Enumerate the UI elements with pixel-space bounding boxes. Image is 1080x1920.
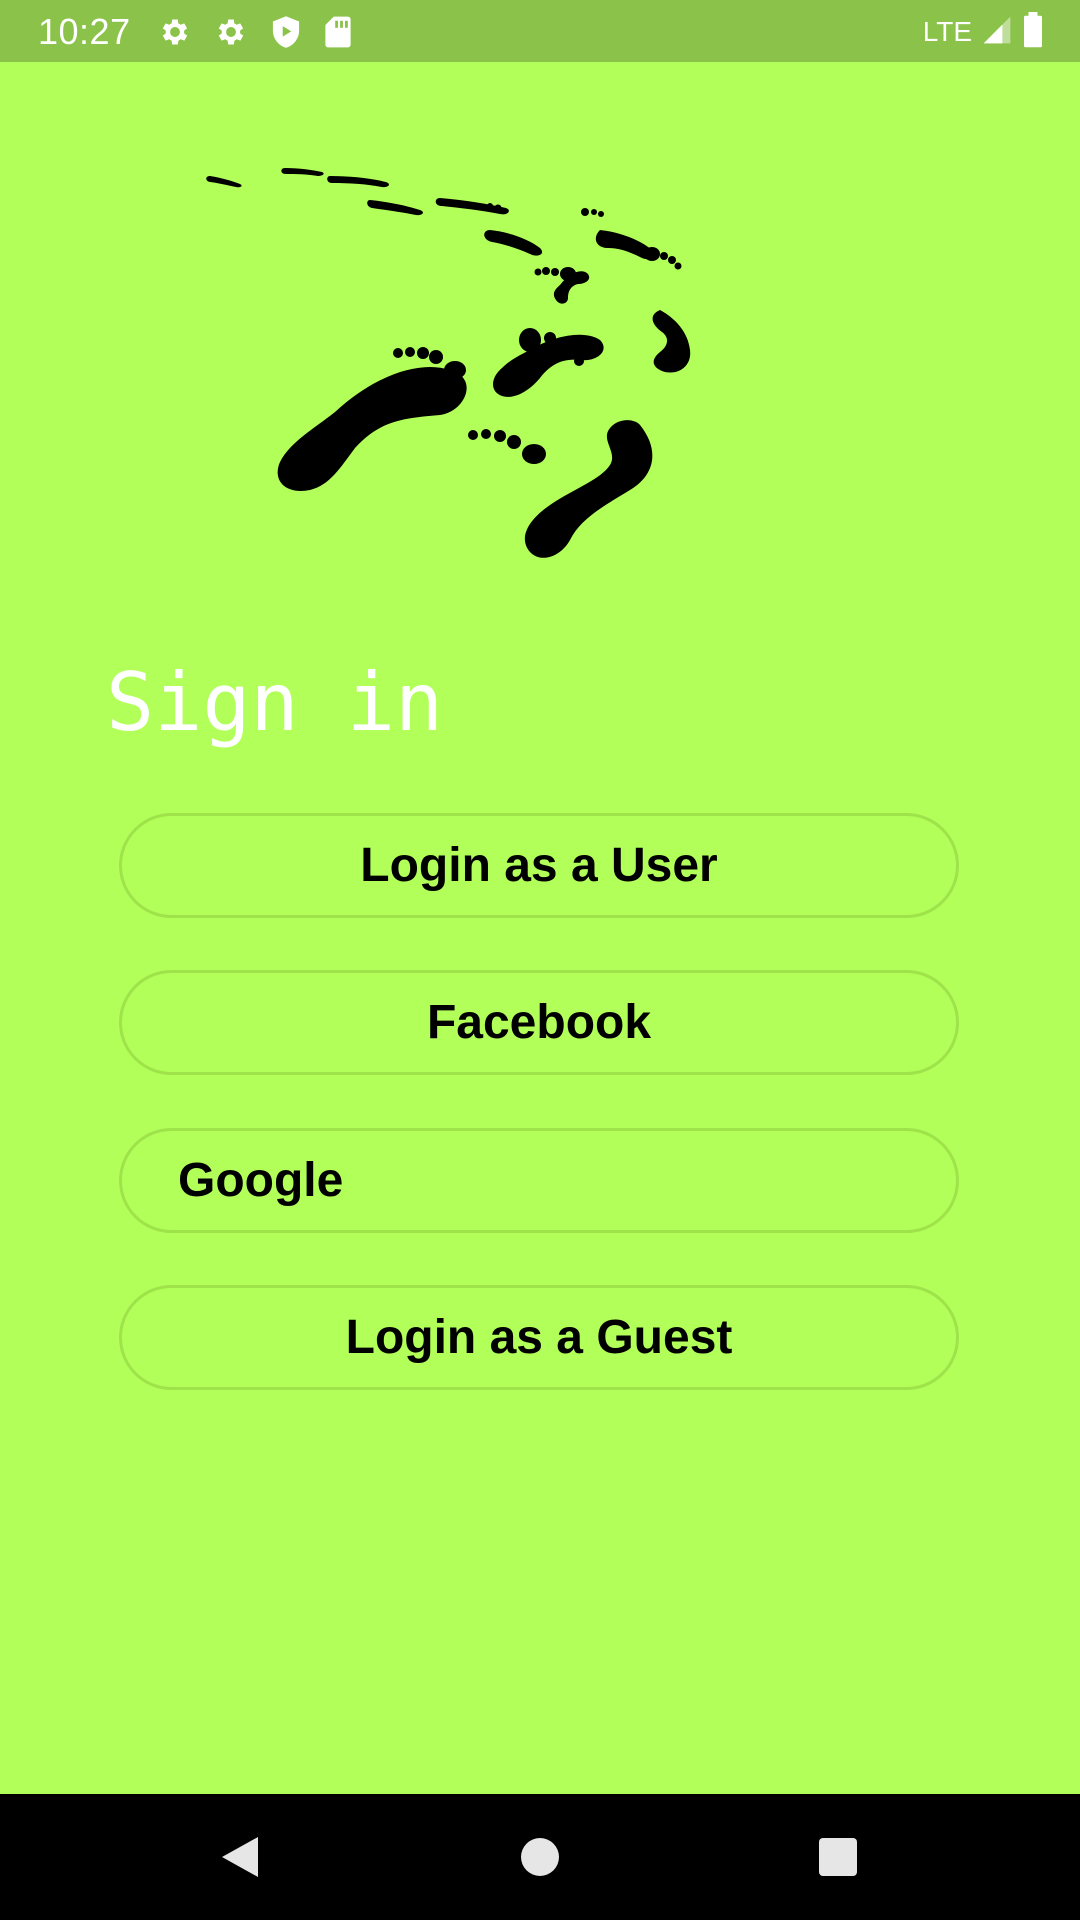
footprint-small-3 (484, 230, 543, 256)
home-icon[interactable] (510, 1827, 570, 1887)
footprint-medium-left (493, 334, 604, 397)
facebook-login-button[interactable]: Facebook (119, 970, 959, 1075)
recents-icon[interactable] (808, 1827, 868, 1887)
network-type: LTE (922, 16, 972, 47)
login-guest-button[interactable]: Login as a Guest (119, 1285, 959, 1390)
footprint-small-6 (327, 176, 389, 188)
login-user-button[interactable]: Login as a User (119, 813, 959, 918)
settings-icon (158, 15, 192, 49)
shield-play-icon (270, 15, 302, 49)
footprints-icon (190, 150, 870, 580)
status-system-icons: LTE (922, 11, 1044, 53)
battery-icon (1022, 11, 1044, 53)
status-notification-icons (158, 14, 352, 50)
status-bar: 10:27 LTE (0, 0, 1080, 62)
signal-icon (980, 14, 1014, 51)
footprint-large-right (524, 420, 653, 558)
status-time: 10:27 (38, 11, 131, 52)
sd-card-icon (324, 15, 352, 49)
settings-icon (214, 15, 248, 49)
footprint-medium-right (652, 310, 691, 373)
footprint-small-5 (367, 200, 423, 216)
back-icon[interactable] (210, 1827, 270, 1887)
footprint-small-7 (281, 168, 324, 176)
navigation-bar (0, 1794, 1080, 1920)
google-login-button[interactable]: Google (119, 1128, 959, 1233)
footprint-small-8 (206, 176, 242, 188)
page-title: Sign in (106, 656, 444, 749)
